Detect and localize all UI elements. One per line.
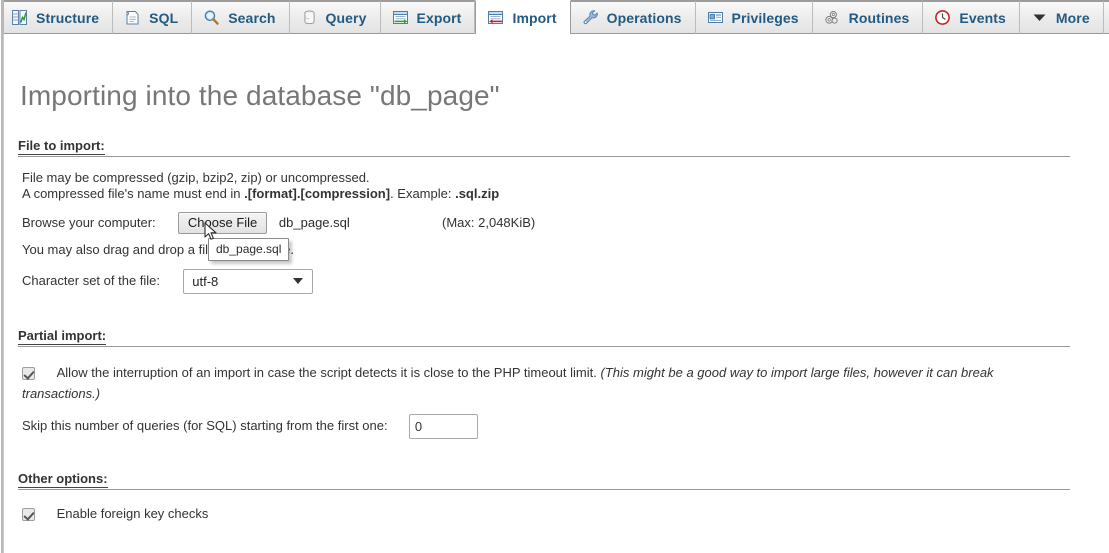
- foreign-key-checkbox[interactable]: [22, 508, 35, 522]
- wrench-icon: [583, 10, 598, 25]
- routines-icon: [825, 11, 838, 24]
- legend-rule: [18, 156, 1070, 157]
- tab-label: SQL: [149, 9, 179, 26]
- allow-interrupt-row: Allow the interruption of an import in c…: [22, 362, 1072, 404]
- allow-interrupt-label: Allow the interruption of an import in c…: [56, 365, 597, 380]
- tab-more[interactable]: More: [1020, 1, 1104, 34]
- compression-hint-line2: A compressed file's name must end in .[f…: [22, 186, 499, 201]
- legend-rule: [18, 346, 1070, 347]
- tab-label: Export: [416, 9, 462, 26]
- content-left-border: [3, 33, 4, 553]
- privileges-icon: [707, 12, 723, 23]
- tab-events[interactable]: Events: [923, 1, 1020, 34]
- query-icon: [301, 9, 318, 26]
- legend-text: Partial import:: [18, 328, 107, 345]
- tab-query[interactable]: Query: [290, 1, 381, 34]
- tab-label: Search: [228, 9, 276, 26]
- compression-hint-line1: File may be compressed (gzip, bzip2, zip…: [22, 170, 370, 185]
- tab-routines[interactable]: Routines: [813, 1, 924, 34]
- chevron-down-icon: [1033, 14, 1046, 21]
- hint-part-c: . Example:: [390, 186, 456, 201]
- tab-import[interactable]: Import: [475, 0, 571, 34]
- charset-row: Character set of the file: utf-8: [22, 269, 314, 294]
- tab-operations[interactable]: Operations: [571, 1, 696, 34]
- hint-example-token: .sql.zip: [455, 186, 500, 201]
- tab-label: Operations: [606, 9, 682, 26]
- tab-label: More: [1055, 9, 1090, 26]
- skip-queries-row: Skip this number of queries (for SQL) st…: [22, 414, 478, 439]
- tab-bar-filler: [1104, 0, 1109, 33]
- search-icon: [203, 9, 220, 26]
- import-icon: [488, 11, 504, 24]
- page-title: Importing into the database "db_page": [20, 79, 500, 111]
- max-file-size: (Max: 2,048KiB): [442, 215, 536, 230]
- clock-icon: [935, 10, 951, 25]
- main-tab-bar: Structure SQL Search Query Export Import…: [0, 0, 1109, 34]
- other-options-legend: Other options:: [18, 471, 1070, 490]
- export-icon: [392, 11, 408, 24]
- legend-text: Other options:: [18, 471, 108, 488]
- hint-format-token: .[format].[compression]: [244, 186, 391, 201]
- tab-sql[interactable]: SQL: [113, 1, 193, 34]
- foreign-key-row: Enable foreign key checks: [22, 506, 209, 522]
- charset-select[interactable]: utf-8: [183, 269, 314, 294]
- tab-label: Routines: [848, 9, 910, 26]
- tab-export[interactable]: Export: [381, 1, 476, 34]
- browse-label: Browse your computer:: [22, 215, 156, 230]
- file-name-tooltip: db_page.sql: [208, 238, 290, 261]
- legend-text: File to import:: [18, 138, 105, 155]
- skip-queries-input[interactable]: [408, 414, 478, 439]
- tab-search[interactable]: Search: [192, 1, 290, 34]
- file-to-import-legend: File to import:: [18, 138, 1070, 157]
- tab-label: Events: [959, 9, 1006, 26]
- tab-privileges[interactable]: Privileges: [696, 1, 813, 34]
- tab-label: Query: [325, 9, 367, 26]
- charset-label: Character set of the file:: [22, 272, 161, 288]
- foreign-key-label: Enable foreign key checks: [56, 506, 209, 521]
- legend-rule: [18, 489, 1070, 490]
- tab-label: Import: [512, 9, 557, 26]
- tab-structure[interactable]: Structure: [0, 1, 114, 34]
- browse-row: Browse your computer: Choose File db_pag…: [22, 212, 535, 234]
- tab-label: Structure: [36, 9, 100, 26]
- hint-part-a: A compressed file's name must end in: [22, 186, 245, 201]
- skip-queries-label: Skip this number of queries (for SQL) st…: [22, 417, 388, 433]
- charset-select-wrapper: utf-8: [183, 269, 314, 294]
- sql-icon: [124, 9, 141, 26]
- partial-import-legend: Partial import:: [18, 328, 1070, 347]
- import-page-content: Importing into the database "db_page" Fi…: [4, 34, 1109, 553]
- allow-interrupt-checkbox[interactable]: [22, 367, 35, 381]
- chosen-file-name: db_page.sql: [278, 215, 350, 230]
- structure-icon: [11, 9, 28, 26]
- choose-file-button[interactable]: Choose File: [177, 212, 268, 234]
- tab-label: Privileges: [731, 9, 799, 26]
